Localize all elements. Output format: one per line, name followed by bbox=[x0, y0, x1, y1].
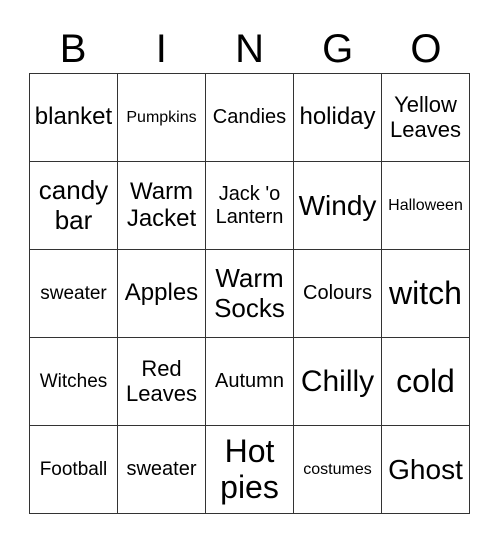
bingo-cell[interactable]: Jack 'o Lantern bbox=[205, 161, 294, 250]
bingo-cell[interactable]: Warm Jacket bbox=[117, 161, 206, 250]
header-letter-g: G bbox=[322, 27, 354, 71]
grid-row: Witches Red Leaves Autumn Chilly cold bbox=[29, 337, 470, 426]
bingo-cell[interactable]: costumes bbox=[293, 425, 382, 514]
bingo-cell[interactable]: sweater bbox=[117, 425, 206, 514]
bingo-cell[interactable]: Halloween bbox=[381, 161, 470, 250]
bingo-cell[interactable]: Red Leaves bbox=[117, 337, 206, 426]
bingo-cell[interactable]: Hot pies bbox=[205, 425, 294, 514]
bingo-cell[interactable]: Warm Socks bbox=[205, 249, 294, 338]
bingo-cell[interactable]: Chilly bbox=[293, 337, 382, 426]
bingo-cell[interactable]: sweater bbox=[29, 249, 118, 338]
grid-row: sweater Apples Warm Socks Colours witch bbox=[29, 249, 470, 338]
bingo-cell[interactable]: Pumpkins bbox=[117, 73, 206, 162]
bingo-cell[interactable]: Apples bbox=[117, 249, 206, 338]
bingo-cell[interactable]: Yellow Leaves bbox=[381, 73, 470, 162]
bingo-cell[interactable]: Witches bbox=[29, 337, 118, 426]
grid-row: candy bar Warm Jacket Jack 'o Lantern Windy… bbox=[29, 161, 470, 250]
bingo-cell[interactable]: holiday bbox=[293, 73, 382, 162]
bingo-cell[interactable]: Autumn bbox=[205, 337, 294, 426]
bingo-cell[interactable]: blanket bbox=[29, 73, 118, 162]
header-letter-o: O bbox=[410, 27, 442, 71]
grid-row: Football sweater Hot pies costumes Ghost bbox=[29, 425, 470, 514]
bingo-cell[interactable]: Football bbox=[29, 425, 118, 514]
bingo-cell[interactable]: Colours bbox=[293, 249, 382, 338]
header-letter-n: N bbox=[235, 27, 264, 71]
bingo-cell[interactable]: witch bbox=[381, 249, 470, 338]
bingo-header: B I N G O bbox=[29, 26, 470, 72]
bingo-grid: blanket Pumpkins Candies holiday Yellow Leav… bbox=[29, 73, 470, 514]
header-letter-i: I bbox=[155, 27, 167, 71]
bingo-cell[interactable]: Windy bbox=[293, 161, 382, 250]
bingo-cell[interactable]: candy bar bbox=[29, 161, 118, 250]
bingo-cell[interactable]: Candies bbox=[205, 73, 294, 162]
bingo-cell[interactable]: cold bbox=[381, 337, 470, 426]
header-letter-b: B bbox=[59, 27, 87, 71]
bingo-cell[interactable]: Ghost bbox=[381, 425, 470, 514]
grid-row: blanket Pumpkins Candies holiday Yellow Leav… bbox=[29, 73, 470, 162]
